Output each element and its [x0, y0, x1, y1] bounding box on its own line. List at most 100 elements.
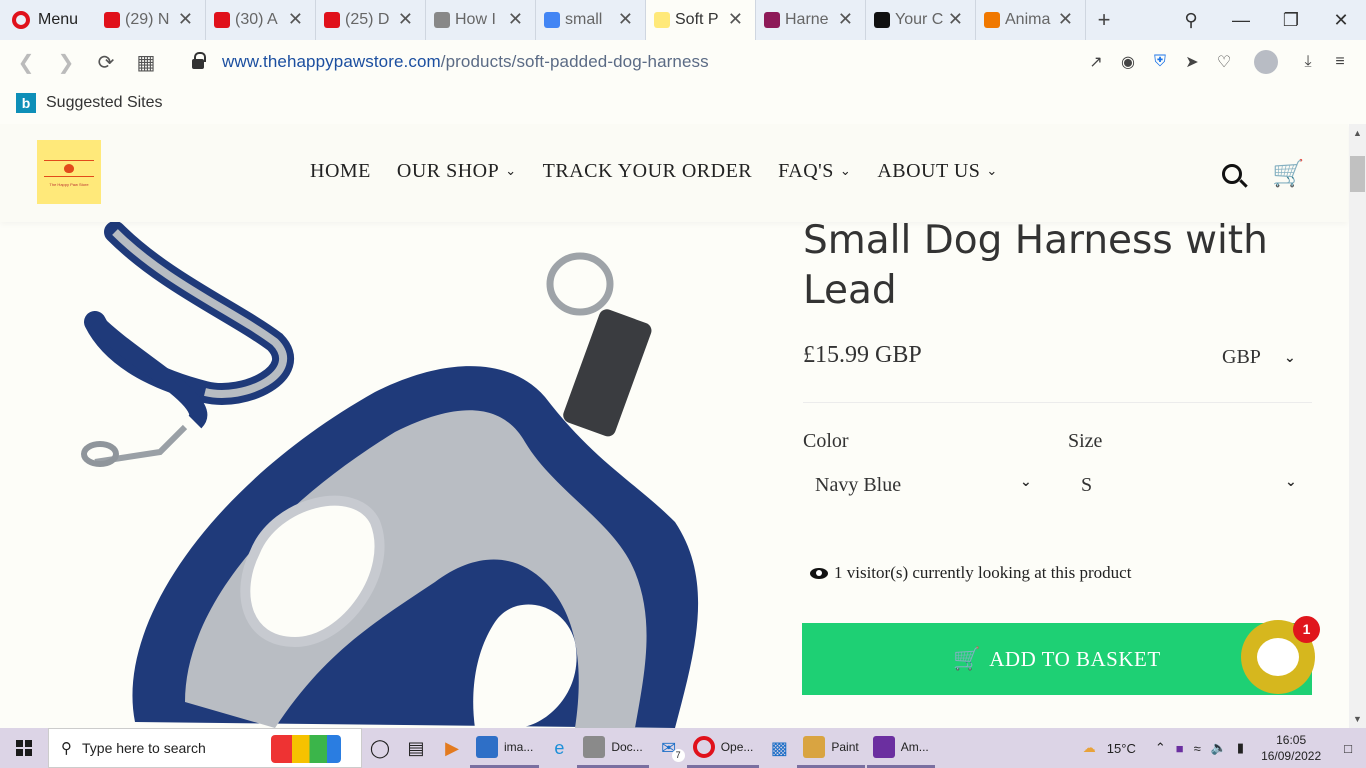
- forward-button[interactable]: ❯: [46, 50, 86, 75]
- clock[interactable]: 16:05 16/09/2022: [1261, 732, 1321, 764]
- share-icon[interactable]: ↗: [1080, 52, 1112, 72]
- close-window-button[interactable]: ✕: [1316, 10, 1366, 31]
- nav-item[interactable]: FAQ'S ⌄: [778, 160, 851, 183]
- browser-tab[interactable]: Harne ✕: [756, 0, 866, 40]
- opera-menu-button[interactable]: Menu: [0, 0, 96, 40]
- tab-label: (29) N: [125, 11, 170, 28]
- nav-item[interactable]: HOME: [310, 160, 371, 183]
- minimize-button[interactable]: —: [1216, 10, 1266, 31]
- address-bar: ❮ ❯ ⟳ ▦ www.thehappypawstore.com/product…: [0, 40, 1366, 84]
- size-select-value: S: [1081, 474, 1093, 496]
- weather-icon[interactable]: ☁: [1083, 740, 1096, 756]
- reload-button[interactable]: ⟳: [86, 50, 126, 75]
- opera-icon: [692, 735, 715, 758]
- chat-bubble-icon: [1257, 638, 1299, 676]
- browser-tab[interactable]: (30) A ✕: [206, 0, 316, 40]
- close-tab-icon[interactable]: ✕: [1058, 9, 1073, 30]
- media-player-icon[interactable]: ▶: [434, 728, 470, 768]
- chevron-down-icon: ⌄: [1285, 474, 1297, 490]
- profile-avatar[interactable]: [1254, 50, 1278, 74]
- product-image[interactable]: [75, 222, 765, 728]
- taskbar-app-documents[interactable]: Doc...: [577, 728, 649, 768]
- taskbar-search-placeholder: Type here to search: [82, 740, 206, 756]
- scroll-up-arrow-icon[interactable]: ▲: [1353, 128, 1362, 138]
- store-logo[interactable]: The Happy Paw Store: [37, 140, 101, 204]
- temperature[interactable]: 15°C: [1107, 741, 1136, 756]
- speed-dial-icon[interactable]: ▦: [126, 50, 166, 75]
- store-icon[interactable]: ▩: [761, 728, 797, 768]
- search-icon[interactable]: [1222, 163, 1242, 184]
- scrollbar-thumb[interactable]: [1350, 156, 1365, 192]
- nav-item[interactable]: ABOUT US ⌄: [877, 160, 998, 183]
- send-icon[interactable]: ➤: [1176, 52, 1208, 72]
- easy-setup-icon[interactable]: ≡: [1324, 53, 1356, 71]
- size-select[interactable]: S ⌄: [1081, 474, 1301, 498]
- taskbar-app-images[interactable]: ima...: [470, 728, 540, 768]
- browser-tab[interactable]: Anima ✕: [976, 0, 1086, 40]
- start-button[interactable]: [0, 728, 48, 768]
- notification-icon[interactable]: □: [1344, 741, 1352, 756]
- taskbar-app-amazon-music[interactable]: Am...: [866, 728, 935, 768]
- task-view-icon[interactable]: ▤: [398, 728, 434, 768]
- volume-icon[interactable]: 🔈: [1211, 740, 1227, 756]
- close-tab-icon[interactable]: ✕: [398, 9, 413, 30]
- page-viewport: The Happy Paw Store HOME OUR SHOP ⌄ TRACK Y…: [0, 124, 1366, 728]
- cortana-icon[interactable]: ◯: [362, 728, 398, 768]
- browser-tab[interactable]: (25) D ✕: [316, 0, 426, 40]
- browser-tab[interactable]: How I ✕: [426, 0, 536, 40]
- amazon-music-tray-icon[interactable]: ■: [1176, 741, 1184, 756]
- close-tab-icon[interactable]: ✕: [618, 9, 633, 30]
- taskbar-app-paint[interactable]: Paint: [797, 728, 865, 768]
- logo-line: [44, 160, 94, 161]
- taskbar-app-opera[interactable]: Ope...: [686, 728, 760, 768]
- new-tab-button[interactable]: +: [1086, 7, 1122, 33]
- header-icons: 🛒: [1222, 158, 1304, 189]
- chevron-up-icon[interactable]: ⌃: [1155, 740, 1166, 756]
- wifi-icon[interactable]: ≈: [1194, 741, 1201, 756]
- close-tab-icon[interactable]: ✕: [838, 9, 853, 30]
- document-icon: [583, 735, 606, 758]
- heart-icon[interactable]: ♡: [1208, 52, 1240, 72]
- browser-tab[interactable]: Your C ✕: [866, 0, 976, 40]
- vpn-shield-icon[interactable]: ⛨: [1144, 53, 1176, 71]
- back-button[interactable]: ❮: [6, 50, 46, 75]
- logo-line: [44, 176, 94, 177]
- add-to-basket-button[interactable]: 🛒 ADD TO BASKET: [802, 623, 1312, 695]
- opera-g-icon: [104, 12, 120, 28]
- close-tab-icon[interactable]: ✕: [728, 9, 743, 30]
- cart-icon[interactable]: 🛒: [1272, 158, 1304, 189]
- color-select[interactable]: Navy Blue ⌄: [815, 474, 1037, 498]
- dog-icon: [434, 12, 450, 28]
- tab-search-icon[interactable]: ⚲: [1166, 10, 1216, 31]
- nav-item[interactable]: OUR SHOP ⌄: [397, 160, 517, 183]
- main-navigation: HOME OUR SHOP ⌄ TRACK YOUR ORDER FAQ'S ⌄ ABOUT…: [310, 160, 1024, 183]
- url-field[interactable]: www.thehappypawstore.com/products/soft-p…: [222, 52, 709, 72]
- currency-value: GBP: [1222, 346, 1261, 368]
- browser-tab[interactable]: (29) N ✕: [96, 0, 206, 40]
- browser-tab[interactable]: Soft P ✕: [646, 0, 756, 40]
- search-highlight-image: [271, 735, 341, 763]
- battery-icon[interactable]: ▮: [1237, 740, 1244, 756]
- size-label: Size: [1068, 430, 1103, 452]
- lock-icon[interactable]: [192, 52, 206, 69]
- suggested-sites-link[interactable]: Suggested Sites: [46, 94, 163, 112]
- paw-icon: [64, 164, 74, 173]
- page-scrollbar[interactable]: ▲ ▼: [1349, 124, 1366, 728]
- internet-explorer-icon[interactable]: e: [541, 728, 577, 768]
- download-icon[interactable]: ⤓: [1292, 53, 1324, 71]
- taskbar-search-box[interactable]: ⚲ Type here to search: [48, 728, 362, 768]
- close-tab-icon[interactable]: ✕: [288, 9, 303, 30]
- close-tab-icon[interactable]: ✕: [508, 9, 523, 30]
- close-tab-icon[interactable]: ✕: [948, 9, 963, 30]
- logo-text: The Happy Paw Store: [49, 182, 89, 187]
- mail-icon[interactable]: ✉ 7: [651, 728, 687, 768]
- snapshot-icon[interactable]: ◉: [1112, 52, 1144, 72]
- visitor-counter: 1 visitor(s) currently looking at this p…: [810, 563, 1131, 583]
- restore-button[interactable]: ❐: [1266, 10, 1316, 31]
- site-header: The Happy Paw Store HOME OUR SHOP ⌄ TRACK Y…: [0, 124, 1348, 222]
- browser-tab[interactable]: small ✕: [536, 0, 646, 40]
- close-tab-icon[interactable]: ✕: [178, 9, 193, 30]
- scroll-down-arrow-icon[interactable]: ▼: [1353, 714, 1362, 724]
- currency-selector[interactable]: GBP ⌄: [1222, 346, 1298, 369]
- nav-item[interactable]: TRACK YOUR ORDER: [543, 160, 753, 183]
